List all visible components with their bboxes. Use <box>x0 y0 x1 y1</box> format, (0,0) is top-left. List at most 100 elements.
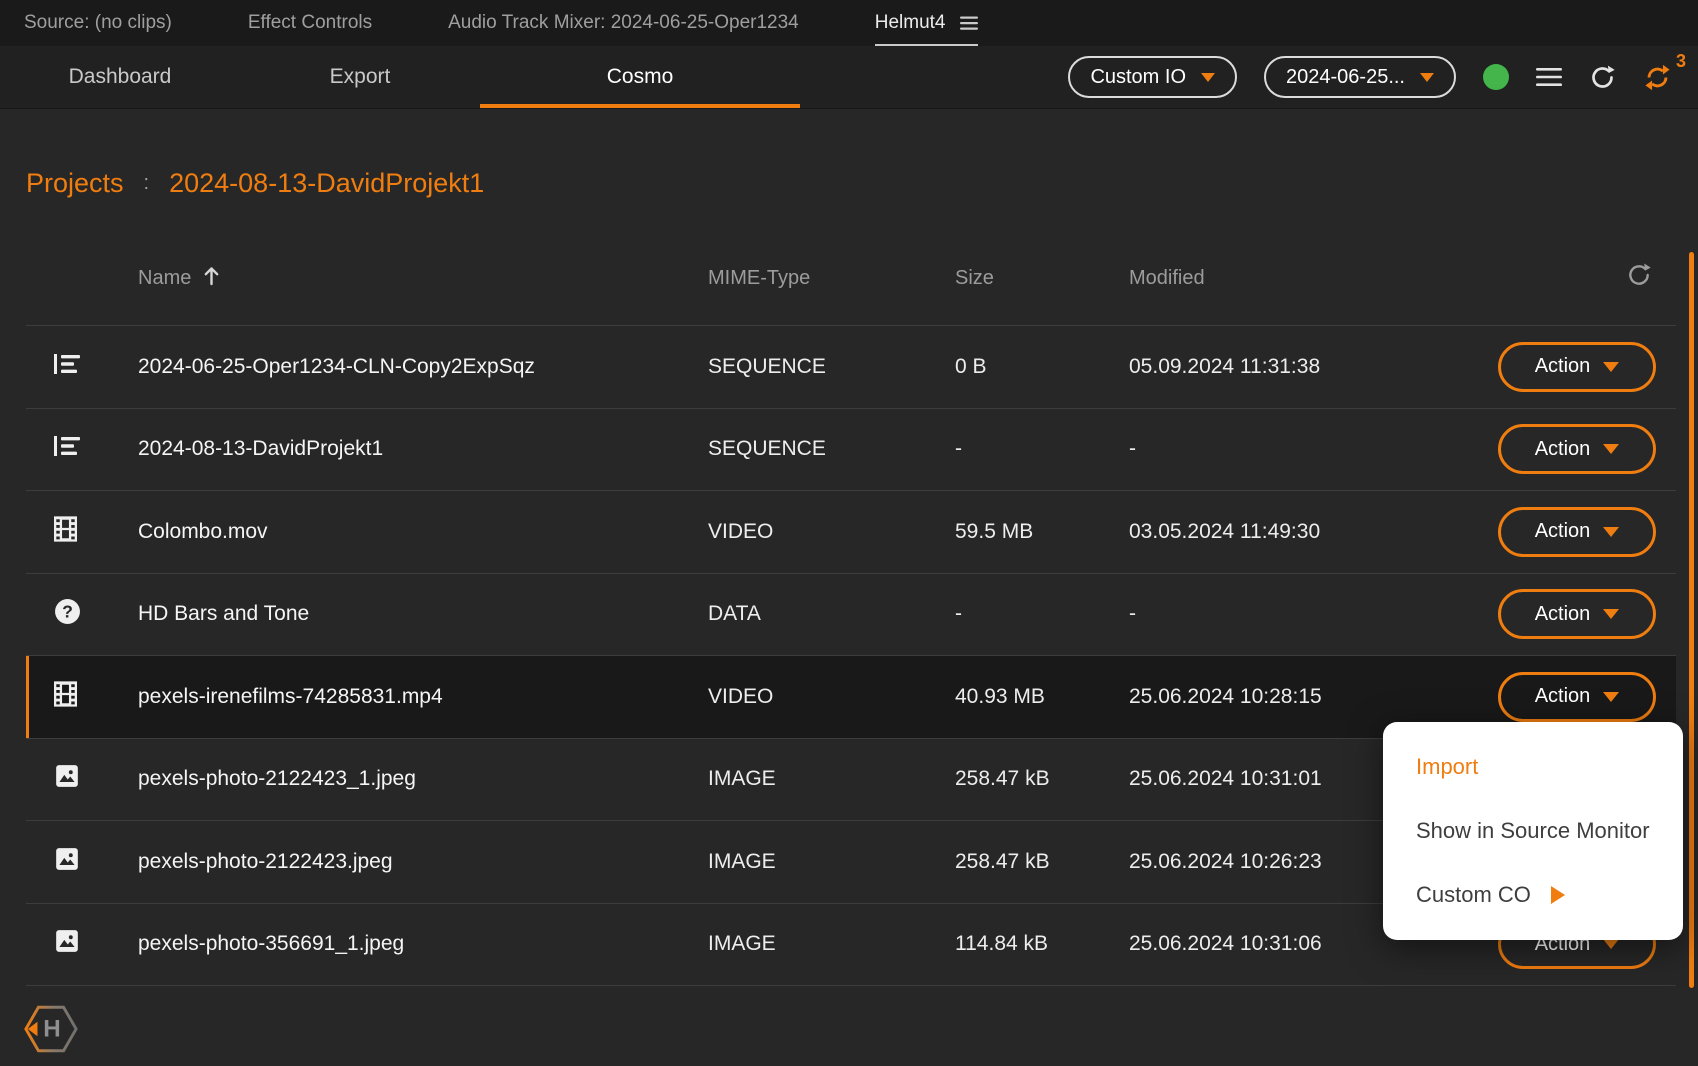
chevron-down-icon <box>1603 444 1619 454</box>
menu-item-show-in-source-monitor[interactable]: Show in Source Monitor <box>1383 799 1683 863</box>
chevron-down-icon <box>1603 692 1619 702</box>
modified-date: - <box>1129 602 1490 626</box>
sync-icon[interactable]: 3 <box>1643 63 1672 92</box>
mime-type: VIDEO <box>708 685 955 709</box>
file-size: 59.5 MB <box>955 520 1129 544</box>
tab-export[interactable]: Export <box>240 46 480 108</box>
breadcrumb-separator: : <box>144 172 150 195</box>
file-size: 258.47 kB <box>955 850 1129 874</box>
action-button[interactable]: Action <box>1498 424 1656 474</box>
chevron-down-icon <box>1603 939 1619 949</box>
connection-status-icon <box>1483 64 1509 90</box>
app-tab-label: Audio Track Mixer: 2024-06-25-Oper1234 <box>448 12 799 34</box>
column-header-size[interactable]: Size <box>955 267 1129 290</box>
file-size: - <box>955 437 1129 461</box>
modified-date: 03.05.2024 11:49:30 <box>1129 520 1490 544</box>
file-size: 114.84 kB <box>955 932 1129 956</box>
app-tab-label: Helmut4 <box>875 12 946 34</box>
action-button[interactable]: Action <box>1498 589 1656 639</box>
breadcrumb: Projects : 2024-08-13-DavidProjekt1 <box>26 165 1698 201</box>
action-button[interactable]: Action <box>1498 672 1656 722</box>
modified-date: 05.09.2024 11:31:38 <box>1129 355 1490 379</box>
column-header-modified[interactable]: Modified <box>1129 267 1490 290</box>
table-row[interactable]: Colombo.mov VIDEO 59.5 MB 03.05.2024 11:… <box>26 491 1676 574</box>
app-tab-effect-controls[interactable]: Effect Controls <box>248 0 372 46</box>
app-tab-audio-track-mixer[interactable]: Audio Track Mixer: 2024-06-25-Oper1234 <box>448 0 799 46</box>
menu-lines-icon[interactable] <box>1536 66 1562 88</box>
chevron-down-icon <box>1201 73 1215 82</box>
file-name: pexels-photo-356691_1.jpeg <box>138 932 708 956</box>
submenu-arrow-icon <box>1551 886 1565 904</box>
column-header-name[interactable]: Name <box>138 265 708 292</box>
action-button[interactable]: Action <box>1498 507 1656 557</box>
file-name: 2024-08-13-DavidProjekt1 <box>138 437 708 461</box>
mime-type: VIDEO <box>708 520 955 544</box>
file-name: 2024-06-25-Oper1234-CLN-Copy2ExpSqz <box>138 355 708 379</box>
mime-type: DATA <box>708 602 955 626</box>
modified-date: 25.06.2024 10:28:15 <box>1129 685 1490 709</box>
menu-item-import[interactable]: Import <box>1383 735 1683 799</box>
app-tab-label: Source: (no clips) <box>24 12 172 34</box>
file-size: 40.93 MB <box>955 685 1129 709</box>
image-icon <box>54 846 80 872</box>
file-name: pexels-photo-2122423_1.jpeg <box>138 767 708 791</box>
table-row[interactable]: 2024-06-25-Oper1234-CLN-Copy2ExpSqz SEQU… <box>26 326 1676 409</box>
mime-type: SEQUENCE <box>708 437 955 461</box>
sequence-icon <box>54 352 80 376</box>
breadcrumb-projects[interactable]: Projects <box>26 168 124 199</box>
mime-type: IMAGE <box>708 850 955 874</box>
mime-type: IMAGE <box>708 767 955 791</box>
tab-label: Cosmo <box>607 65 674 89</box>
table-header: Name MIME-Type Size Modified <box>26 231 1676 326</box>
question-icon: ? <box>54 598 81 625</box>
panel-bar-controls: Custom IO 2024-06-25... <box>1068 46 1672 108</box>
breadcrumb-current-project[interactable]: 2024-08-13-DavidProjekt1 <box>169 168 484 199</box>
mime-type: SEQUENCE <box>708 355 955 379</box>
panel-menu-icon[interactable] <box>960 15 978 31</box>
chevron-down-icon <box>1603 609 1619 619</box>
image-icon <box>54 928 80 954</box>
svg-text:H: H <box>43 1016 60 1043</box>
vertical-scrollbar[interactable] <box>1689 252 1694 988</box>
custom-io-dropdown[interactable]: Custom IO <box>1068 56 1237 98</box>
table-row[interactable]: 2024-08-13-DavidProjekt1 SEQUENCE - - Ac… <box>26 409 1676 492</box>
file-name: pexels-photo-2122423.jpeg <box>138 850 708 874</box>
refresh-icon[interactable] <box>1589 64 1616 91</box>
svg-text:?: ? <box>62 601 73 621</box>
project-dropdown[interactable]: 2024-06-25... <box>1264 56 1456 98</box>
helmut-logo: H <box>22 1000 80 1063</box>
table-refresh-icon[interactable] <box>1626 262 1676 294</box>
file-name: pexels-irenefilms-74285831.mp4 <box>138 685 708 709</box>
file-size: 0 B <box>955 355 1129 379</box>
column-header-mime[interactable]: MIME-Type <box>708 267 955 290</box>
tab-cosmo[interactable]: Cosmo <box>480 46 800 108</box>
action-context-menu: Import Show in Source Monitor Custom CO <box>1383 722 1683 940</box>
custom-io-label: Custom IO <box>1090 66 1186 89</box>
helmut-panel-bar: Dashboard Export Cosmo Custom IO 2024-06… <box>0 46 1698 109</box>
menu-item-custom-co[interactable]: Custom CO <box>1383 863 1683 927</box>
tab-dashboard[interactable]: Dashboard <box>0 46 240 108</box>
image-icon <box>54 763 80 789</box>
mime-type: IMAGE <box>708 932 955 956</box>
film-icon <box>54 681 77 707</box>
modified-date: - <box>1129 437 1490 461</box>
app-tab-source[interactable]: Source: (no clips) <box>24 0 172 46</box>
table-row[interactable]: ? HD Bars and Tone DATA - - Action <box>26 574 1676 657</box>
file-name: HD Bars and Tone <box>138 602 708 626</box>
film-icon <box>54 516 77 542</box>
chevron-down-icon <box>1603 527 1619 537</box>
app-tab-label: Effect Controls <box>248 12 372 34</box>
chevron-down-icon <box>1420 73 1434 82</box>
action-button[interactable]: Action <box>1498 342 1656 392</box>
app-tab-bar: Source: (no clips) Effect Controls Audio… <box>0 0 1698 46</box>
tab-label: Dashboard <box>69 65 172 89</box>
sort-ascending-icon[interactable] <box>203 265 220 292</box>
app-tab-helmut4[interactable]: Helmut4 <box>875 0 978 46</box>
file-size: - <box>955 602 1129 626</box>
file-name: Colombo.mov <box>138 520 708 544</box>
project-dropdown-label: 2024-06-25... <box>1286 66 1405 89</box>
file-size: 258.47 kB <box>955 767 1129 791</box>
chevron-down-icon <box>1603 362 1619 372</box>
sync-count-badge: 3 <box>1676 51 1686 72</box>
tab-label: Export <box>330 65 391 89</box>
